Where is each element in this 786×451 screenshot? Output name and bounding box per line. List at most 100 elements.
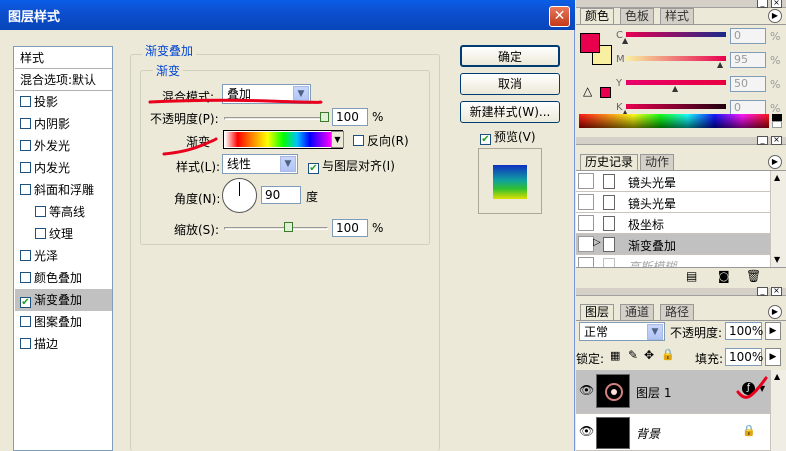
- minimize-icon[interactable]: _: [757, 136, 768, 145]
- brush-icon[interactable]: ✎: [628, 348, 638, 362]
- chevron-right-icon[interactable]: ▶: [765, 322, 781, 340]
- color-spectrum-bar[interactable]: [579, 114, 769, 128]
- snapshot-checkbox[interactable]: [578, 194, 594, 210]
- fill-input[interactable]: 100%: [725, 348, 763, 366]
- close-icon[interactable]: ×: [771, 287, 782, 296]
- snapshot-checkbox[interactable]: [578, 257, 594, 267]
- tab-actions[interactable]: 动作: [640, 154, 675, 170]
- lock-icon[interactable]: 🔒: [661, 348, 675, 361]
- style-list-item[interactable]: 斜面和浮雕: [15, 179, 112, 201]
- gamut-color-swatch[interactable]: [600, 87, 611, 98]
- style-checkbox[interactable]: [20, 250, 31, 261]
- history-item[interactable]: 极坐标: [576, 213, 770, 234]
- tab-styles[interactable]: 样式: [660, 8, 695, 24]
- channel-slider-thumb[interactable]: ▲: [717, 60, 723, 69]
- style-select[interactable]: 线性 ▼: [222, 154, 298, 174]
- angle-dial[interactable]: [222, 178, 257, 213]
- white-swatch[interactable]: [772, 121, 782, 128]
- reverse-checkbox[interactable]: 反向(R): [353, 132, 409, 149]
- reverse-checkbox-box[interactable]: [353, 135, 364, 146]
- history-scrollbar[interactable]: ▲ ▼: [770, 171, 786, 267]
- channel-slider-thumb[interactable]: ▲: [622, 36, 628, 45]
- layer-opacity-input[interactable]: 100%: [725, 322, 763, 340]
- black-swatch[interactable]: [772, 114, 782, 121]
- channel-slider-thumb[interactable]: ▲: [672, 84, 678, 93]
- scale-input[interactable]: 100: [332, 219, 368, 237]
- tab-color[interactable]: 颜色: [580, 8, 615, 24]
- style-list-item[interactable]: 等高线: [15, 201, 112, 223]
- tab-channels[interactable]: 通道: [620, 304, 655, 320]
- style-list-item[interactable]: ✔ 渐变叠加: [15, 289, 112, 311]
- close-button[interactable]: ✕: [549, 6, 570, 27]
- history-item[interactable]: ▷ 渐变叠加: [576, 234, 770, 255]
- channel-slider-track[interactable]: [626, 56, 726, 61]
- new-document-icon[interactable]: ▤: [686, 269, 697, 283]
- style-list-item[interactable]: 内阴影: [15, 113, 112, 135]
- style-checkbox[interactable]: [20, 338, 31, 349]
- panel-titlebar[interactable]: [576, 0, 786, 8]
- tab-history[interactable]: 历史记录: [580, 154, 639, 170]
- style-checkbox[interactable]: [20, 118, 31, 129]
- minimize-icon[interactable]: _: [757, 287, 768, 296]
- close-icon[interactable]: ×: [771, 136, 782, 145]
- preview-checkbox-box[interactable]: ✔: [480, 134, 491, 145]
- style-checkbox[interactable]: [35, 228, 46, 239]
- cancel-button[interactable]: 取消: [460, 73, 560, 95]
- channel-slider-track[interactable]: [626, 32, 726, 37]
- tab-swatches[interactable]: 色板: [620, 8, 655, 24]
- history-item[interactable]: 高斯模糊: [576, 255, 770, 267]
- style-list-item[interactable]: 样式: [15, 47, 112, 69]
- style-list-item[interactable]: 图案叠加: [15, 311, 112, 333]
- style-checkbox[interactable]: ✔: [20, 297, 31, 308]
- eye-icon[interactable]: 👁: [579, 424, 594, 438]
- style-checkbox[interactable]: [20, 96, 31, 107]
- align-with-layer-checkbox[interactable]: ✔ 与图层对齐(I): [308, 157, 395, 174]
- snapshot-checkbox[interactable]: [578, 215, 594, 231]
- new-style-button[interactable]: 新建样式(W)...: [460, 101, 560, 123]
- style-checkbox[interactable]: [20, 140, 31, 151]
- gradient-picker[interactable]: [223, 130, 343, 149]
- opacity-slider-track[interactable]: [224, 117, 328, 120]
- ok-button[interactable]: 确定: [460, 45, 560, 67]
- move-icon[interactable]: ✥: [644, 348, 654, 362]
- history-item[interactable]: 镜头光晕: [576, 171, 770, 192]
- eye-icon[interactable]: 👁: [579, 383, 594, 397]
- style-list-item[interactable]: 投影: [15, 91, 112, 113]
- panel-menu-icon[interactable]: ▶: [768, 9, 782, 23]
- opacity-input[interactable]: 100: [332, 108, 368, 126]
- chevron-right-icon[interactable]: ▶: [765, 348, 781, 366]
- align-checkbox-box[interactable]: ✔: [308, 163, 319, 174]
- panel-menu-icon[interactable]: ▶: [768, 155, 782, 169]
- panel-titlebar[interactable]: [576, 137, 786, 145]
- style-list-item[interactable]: 描边: [15, 333, 112, 355]
- style-list-item[interactable]: 光泽: [15, 245, 112, 267]
- dialog-titlebar[interactable]: 图层样式: [0, 0, 575, 30]
- style-checkbox[interactable]: [20, 162, 31, 173]
- style-list-item[interactable]: 内发光: [15, 157, 112, 179]
- minimize-icon[interactable]: _: [757, 0, 768, 8]
- close-icon[interactable]: ×: [771, 0, 782, 8]
- style-list-item[interactable]: 外发光: [15, 135, 112, 157]
- snapshot-checkbox[interactable]: [578, 173, 594, 189]
- style-list-item[interactable]: 混合选项:默认: [15, 69, 112, 91]
- channel-value-input[interactable]: 95: [730, 52, 766, 68]
- style-list-item[interactable]: 颜色叠加: [15, 267, 112, 289]
- tab-paths[interactable]: 路径: [660, 304, 695, 320]
- angle-input[interactable]: 90: [261, 186, 301, 204]
- foreground-color-swatch[interactable]: [580, 33, 600, 53]
- layer-blend-mode-select[interactable]: 正常 ▼: [579, 322, 665, 341]
- channel-slider-track[interactable]: [626, 104, 726, 109]
- tab-layers[interactable]: 图层: [580, 304, 615, 320]
- history-item[interactable]: 镜头光晕: [576, 192, 770, 213]
- panel-titlebar[interactable]: [576, 288, 786, 296]
- channel-value-input[interactable]: 50: [730, 76, 766, 92]
- style-checkbox[interactable]: [20, 316, 31, 327]
- style-checkbox[interactable]: [20, 272, 31, 283]
- scale-slider-thumb[interactable]: [284, 222, 293, 232]
- style-list-item[interactable]: 纹理: [15, 223, 112, 245]
- chevron-down-icon[interactable]: ▼: [331, 131, 344, 148]
- scale-slider-track[interactable]: [224, 227, 328, 230]
- style-checkbox[interactable]: [35, 206, 46, 217]
- style-checkbox[interactable]: [20, 184, 31, 195]
- layer-row[interactable]: 👁 背景 🔒: [576, 414, 770, 451]
